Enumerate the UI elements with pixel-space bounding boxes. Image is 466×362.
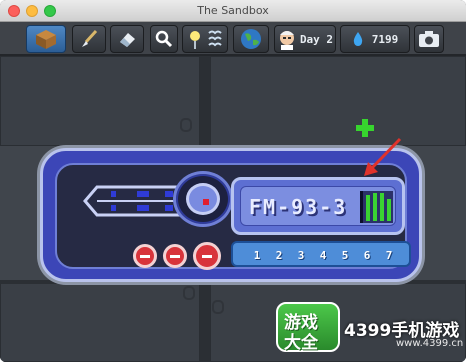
preset-buttons: 1 2 3 4 5 6 7 (231, 241, 411, 267)
watermark-url: www.4399.cn (396, 338, 464, 349)
game-window: The Sandbox Day 2 7199 FM-93-3 1 2 3 4 5… (0, 0, 466, 362)
red-arrow-icon (364, 137, 402, 176)
globe-icon (241, 29, 261, 49)
dial-indicator (203, 199, 209, 205)
volume-down-button[interactable] (133, 244, 157, 268)
preset-button-4[interactable]: 4 (317, 248, 329, 263)
eraser-icon (120, 33, 135, 47)
day-label: Day 2 (299, 32, 334, 46)
day-counter: Day 2 (274, 25, 336, 53)
frequency-screen: FM-93-3 (240, 186, 396, 226)
inspect-tool-button[interactable] (150, 25, 178, 53)
mana-value: 7199 (371, 32, 399, 46)
volume-up-button[interactable] (163, 244, 187, 268)
tuning-dial[interactable] (173, 171, 233, 227)
magnifier-icon (155, 30, 173, 48)
watermark-badge-bottom: 大全 (284, 333, 318, 353)
preset-button-3[interactable]: 3 (295, 248, 307, 263)
frequency-display: FM-93-3 (231, 177, 405, 235)
preset-button-1[interactable]: 1 (251, 248, 263, 263)
scientist-avatar-icon (279, 31, 294, 50)
signal-bar (373, 193, 377, 221)
window-title: The Sandbox (197, 4, 269, 17)
signal-bar (380, 193, 384, 221)
signal-bar (366, 195, 370, 221)
world-map-button[interactable] (233, 25, 269, 53)
brush-icon (82, 29, 98, 47)
weather-icon (190, 30, 222, 49)
green-plus-icon (356, 119, 374, 137)
brush-tool-button[interactable] (72, 25, 106, 53)
metal-panel (0, 282, 200, 362)
dirt-block-icon (36, 30, 56, 49)
preset-button-6[interactable]: 6 (361, 248, 373, 263)
metal-panel (0, 56, 200, 146)
signal-bar (387, 199, 391, 221)
screw-icon (180, 118, 192, 132)
mana-counter: 7199 (340, 25, 410, 53)
tuning-dial-face (186, 183, 220, 215)
signal-meter (363, 191, 393, 223)
weather-tool-button[interactable] (182, 25, 228, 53)
metal-panel (210, 56, 466, 146)
dirt-block-tool-button[interactable] (26, 25, 66, 53)
screw-icon (212, 300, 224, 314)
screw-icon (183, 286, 195, 300)
preset-button-7[interactable]: 7 (383, 248, 395, 263)
camera-button[interactable] (414, 25, 444, 53)
power-button[interactable] (193, 242, 221, 270)
frequency-readout: FM-93-3 (249, 195, 348, 219)
title-bar: The Sandbox (0, 0, 466, 22)
preset-button-2[interactable]: 2 (273, 248, 285, 263)
eraser-tool-button[interactable] (110, 25, 144, 53)
radio-faceplate: FM-93-3 1 2 3 4 5 6 7 (55, 163, 411, 270)
watermark-logo: 游戏 大全 (276, 302, 340, 353)
camera-icon (419, 31, 439, 47)
preset-button-5[interactable]: 5 (339, 248, 351, 263)
water-drop-icon (353, 32, 362, 46)
toolbar: Day 2 7199 (0, 22, 466, 56)
watermark: 游戏 大全 4399手机游戏 www.4399.cn (276, 300, 464, 354)
